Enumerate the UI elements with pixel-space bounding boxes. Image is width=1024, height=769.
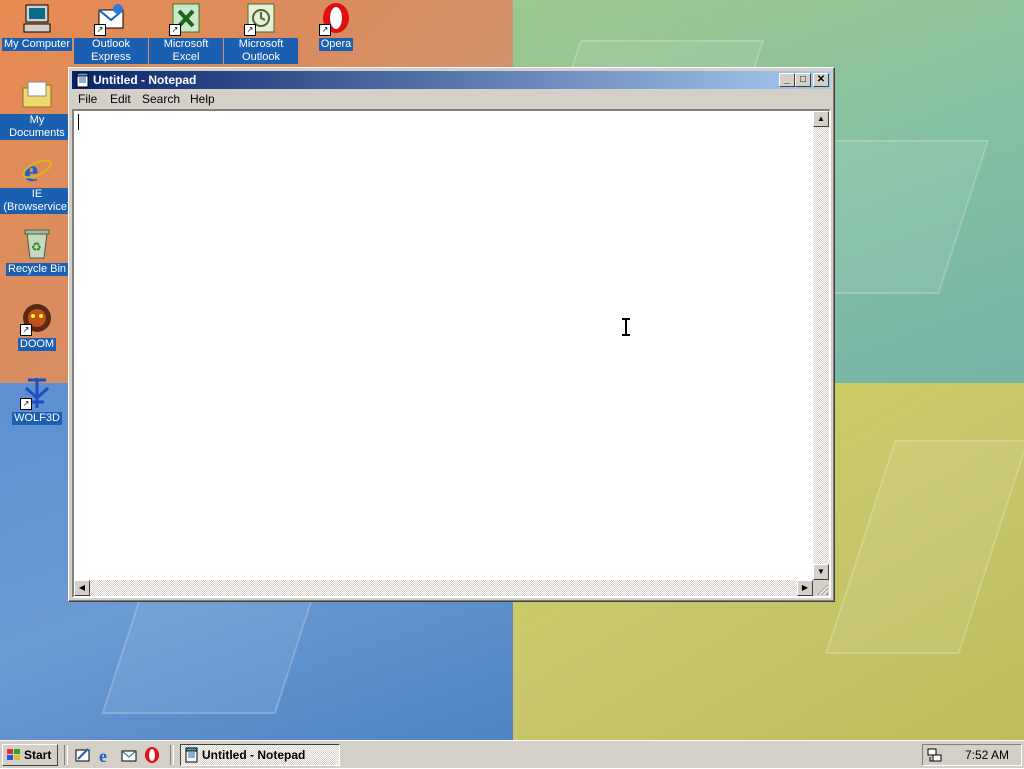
resize-grip[interactable] [813, 580, 829, 596]
text-editor[interactable]: ▲ ▼ ◀ ▶ [72, 109, 831, 598]
taskbar: Start e Untitled - Notepad 7:52 AM [0, 740, 1024, 768]
shortcut-arrow-icon: ↗ [20, 324, 32, 336]
desktop-icon-opera[interactable]: ↗ Opera [299, 2, 373, 51]
outlook-express-quicklaunch-icon[interactable] [120, 746, 138, 764]
desktop-icon-doom[interactable]: ↗ DOOM [0, 302, 74, 351]
notepad-icon [184, 747, 200, 763]
recycle-bin-icon: ♻ [20, 227, 54, 261]
internet-explorer-icon: e [20, 152, 54, 188]
shortcut-arrow-icon: ↗ [244, 24, 256, 36]
menu-file[interactable]: File [78, 92, 97, 106]
desktop-icon-my-computer[interactable]: My Computer [0, 2, 74, 51]
svg-text:e: e [99, 746, 107, 764]
horizontal-scrollbar[interactable]: ◀ ▶ [74, 580, 813, 596]
desktop-icon-wolf3d[interactable]: ↗ WOLF3D [0, 376, 74, 425]
shortcut-arrow-icon: ↗ [319, 24, 331, 36]
minimize-button[interactable]: _ [779, 73, 795, 87]
outlook-express-icon: ↗ [94, 2, 128, 36]
arrow-left-icon: ◀ [78, 583, 86, 592]
text-caret [78, 114, 79, 130]
taskbar-separator [64, 745, 68, 765]
desktop-icon-label: DOOM [17, 338, 57, 351]
desktop-icon-label: Outlook Express [74, 38, 148, 64]
menu-help[interactable]: Help [190, 92, 215, 106]
arrow-right-icon: ▶ [801, 583, 809, 592]
shortcut-arrow-icon: ↗ [169, 24, 181, 36]
vertical-scrollbar[interactable]: ▲ ▼ [813, 111, 829, 580]
close-button[interactable]: ✕ [813, 73, 829, 87]
opera-quicklaunch-icon[interactable] [143, 746, 161, 764]
scroll-right-button[interactable]: ▶ [797, 580, 813, 596]
menu-edit[interactable]: Edit [110, 92, 131, 106]
clock[interactable]: 7:52 AM [965, 745, 1009, 765]
taskbar-separator [170, 745, 174, 765]
windows-flag-icon [6, 748, 22, 762]
desktop-icon-recycle-bin[interactable]: ♻ Recycle Bin [0, 227, 74, 276]
network-tray-icon[interactable] [927, 747, 943, 763]
taskbar-button-label: Untitled - Notepad [202, 748, 306, 762]
arrow-up-icon: ▲ [817, 114, 825, 123]
desktop-icon-label: WOLF3D [12, 412, 62, 425]
desktop-icon-label: Microsoft Outlook [224, 38, 298, 64]
folder-icon [20, 78, 54, 112]
arrow-down-icon: ▼ [817, 567, 825, 576]
desktop-icon-label: My Documents [0, 114, 74, 140]
desktop-icon-microsoft-excel[interactable]: ↗ Microsoft Excel [149, 2, 223, 64]
desktop-icon-label: IE (Browservice) [0, 188, 74, 214]
taskbar-button-notepad[interactable]: Untitled - Notepad [180, 744, 340, 766]
scroll-up-button[interactable]: ▲ [813, 111, 829, 127]
maximize-icon: □ [799, 74, 807, 85]
doom-icon: ↗ [20, 302, 54, 336]
notepad-window[interactable]: Untitled - Notepad _ □ ✕ File Edit Searc… [68, 67, 835, 602]
scroll-down-button[interactable]: ▼ [813, 564, 829, 580]
maximize-button[interactable]: □ [795, 73, 811, 87]
shortcut-arrow-icon: ↗ [94, 24, 106, 36]
desktop-icon-label: Recycle Bin [5, 263, 69, 276]
outlook-icon: ↗ [244, 2, 278, 36]
scroll-left-button[interactable]: ◀ [74, 580, 90, 596]
internet-explorer-quicklaunch-icon[interactable]: e [97, 746, 115, 766]
notepad-icon [75, 72, 91, 88]
desktop-icon-label: My Computer [1, 38, 73, 51]
wolf3d-icon: ↗ [20, 376, 54, 410]
window-title: Untitled - Notepad [93, 73, 197, 87]
start-button[interactable]: Start [2, 744, 58, 766]
desktop-icon-label: Opera [318, 38, 354, 51]
desktop-icon-outlook-express[interactable]: ↗ Outlook Express [74, 2, 148, 64]
wallpaper-shape [101, 600, 313, 714]
desktop-icon-my-documents[interactable]: My Documents [0, 78, 74, 140]
desktop-icon-ie-browservice[interactable]: e IE (Browservice) [0, 152, 74, 214]
menu-bar: File Edit Search Help [72, 90, 831, 109]
close-icon: ✕ [816, 74, 826, 85]
excel-icon: ↗ [169, 2, 203, 36]
desktop: My Computer ↗ Outlook Express ↗ Microsof… [0, 0, 1024, 740]
system-tray: 7:52 AM [922, 744, 1022, 766]
computer-icon [20, 2, 54, 36]
desktop-icon-label: Microsoft Excel [149, 38, 223, 64]
minimize-icon: _ [784, 74, 790, 85]
svg-text:♻: ♻ [31, 240, 42, 254]
shortcut-arrow-icon: ↗ [20, 398, 32, 410]
desktop-icon-microsoft-outlook[interactable]: ↗ Microsoft Outlook [224, 2, 298, 64]
title-bar[interactable]: Untitled - Notepad _ □ ✕ [72, 71, 831, 89]
start-label: Start [24, 748, 52, 762]
text-cursor-icon [620, 318, 632, 336]
opera-icon: ↗ [319, 2, 353, 36]
menu-search[interactable]: Search [142, 92, 180, 106]
show-desktop-quicklaunch-icon[interactable] [74, 746, 92, 764]
